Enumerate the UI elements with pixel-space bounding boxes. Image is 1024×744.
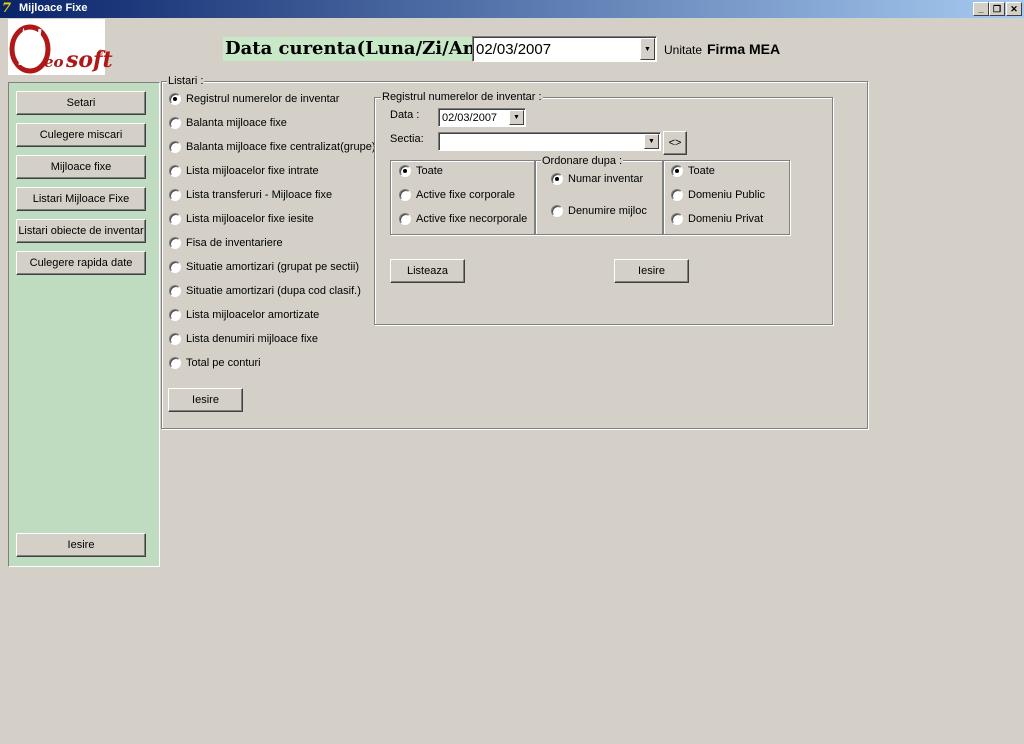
listari-option[interactable]: Balanta mijloace fixe centralizat(grupe) [169, 140, 376, 154]
radio-icon[interactable] [169, 285, 181, 297]
logo-registered-mark: ® [98, 50, 104, 57]
current-date-combo[interactable]: 02/03/2007 ▼ [472, 36, 657, 62]
data-label: Data : [390, 109, 420, 121]
radio-icon[interactable] [169, 261, 181, 273]
listari-legend: Listari : [167, 75, 205, 87]
listari-option[interactable]: Lista transferuri - Mijloace fixe [169, 188, 332, 202]
sidebar-exit-button[interactable]: Iesire [16, 533, 146, 557]
tip-option[interactable]: Active fixe corporale [399, 188, 515, 202]
tip-option[interactable]: Active fixe necorporale [399, 212, 527, 226]
radio-icon[interactable] [169, 237, 181, 249]
listari-option[interactable]: Balanta mijloace fixe [169, 116, 287, 130]
sidebar-item-mijloace-fixe[interactable]: Mijloace fixe [16, 155, 146, 179]
minimize-button[interactable]: _ [973, 2, 989, 16]
listari-option[interactable]: Lista denumiri mijloace fixe [169, 332, 318, 346]
listari-option[interactable]: Registrul numerelor de inventar [169, 92, 339, 106]
radio-checked-icon[interactable] [671, 165, 683, 177]
radio-icon[interactable] [169, 333, 181, 345]
tip-option[interactable]: Toate [399, 164, 443, 178]
ordonare-legend: Ordonare dupa : [541, 155, 624, 167]
listari-option[interactable]: Lista mijloacelor fixe iesite [169, 212, 314, 226]
chevron-down-icon[interactable]: ▼ [509, 110, 524, 125]
sectia-combo[interactable]: ▼ [438, 132, 661, 151]
chevron-down-icon[interactable]: ▼ [644, 134, 659, 149]
sidebar-item-culegere-miscari[interactable]: Culegere miscari [16, 123, 146, 147]
radio-checked-icon[interactable] [551, 173, 563, 185]
radio-icon[interactable] [169, 189, 181, 201]
sectia-browse-button[interactable]: <> [663, 131, 687, 155]
app-icon: 7 [2, 1, 12, 16]
radio-checked-icon[interactable] [169, 93, 181, 105]
sidebar-item-listari-obiecte-inventar[interactable]: Listari obiecte de inventar [16, 219, 146, 243]
radio-icon[interactable] [169, 213, 181, 225]
ordonare-option[interactable]: Denumire mijloc [551, 204, 647, 218]
title-bar [0, 0, 1024, 18]
sidebar: Setari Culegere miscari Mijloace fixe Li… [8, 82, 160, 567]
window-title: Mijloace Fixe [19, 2, 88, 14]
radio-icon[interactable] [169, 309, 181, 321]
ordonare-option[interactable]: Numar inventar [551, 172, 643, 186]
radio-icon[interactable] [671, 213, 683, 225]
domeniu-option[interactable]: Toate [671, 164, 715, 178]
radio-icon[interactable] [169, 141, 181, 153]
registru-legend: Registrul numerelor de inventar : [381, 91, 543, 103]
listari-option[interactable]: Lista mijloacelor fixe intrate [169, 164, 319, 178]
logo-soft: soft [66, 47, 113, 73]
current-date-label: Data curenta(Luna/Zi/An): [223, 37, 493, 61]
radio-checked-icon[interactable] [399, 165, 411, 177]
listari-option[interactable]: Lista mijloacelor amortizate [169, 308, 319, 322]
data-combo[interactable]: 02/03/2007 ▼ [438, 108, 526, 127]
domeniu-option[interactable]: Domeniu Public [671, 188, 765, 202]
radio-icon[interactable] [671, 189, 683, 201]
sidebar-item-setari[interactable]: Setari [16, 91, 146, 115]
domeniu-option[interactable]: Domeniu Privat [671, 212, 763, 226]
radio-icon[interactable] [169, 117, 181, 129]
chevron-down-icon[interactable]: ▼ [640, 38, 655, 60]
unit-label: Unitate [664, 43, 703, 57]
restore-button[interactable]: ❐ [989, 2, 1005, 16]
listari-option[interactable]: Fisa de inventariere [169, 236, 283, 250]
listari-option[interactable]: Total pe conturi [169, 356, 261, 370]
data-value: 02/03/2007 [442, 112, 498, 124]
radio-icon[interactable] [169, 165, 181, 177]
listari-exit-button[interactable]: Iesire [168, 388, 243, 412]
sidebar-item-culegere-rapida-date[interactable]: Culegere rapida date [16, 251, 146, 275]
listari-option[interactable]: Situatie amortizari (grupat pe sectii) [169, 260, 359, 274]
current-date-value: 02/03/2007 [476, 41, 552, 58]
radio-icon[interactable] [399, 189, 411, 201]
radio-icon[interactable] [169, 357, 181, 369]
logo: eo soft ® [8, 19, 113, 75]
close-button[interactable]: ✕ [1006, 2, 1022, 16]
listeaza-button[interactable]: Listeaza [390, 259, 465, 283]
registru-exit-button[interactable]: Iesire [614, 259, 689, 283]
logo-eo: eo [44, 53, 64, 71]
radio-icon[interactable] [399, 213, 411, 225]
sidebar-item-listari-mijloace-fixe[interactable]: Listari Mijloace Fixe [16, 187, 146, 211]
listari-option[interactable]: Situatie amortizari (dupa cod clasif.) [169, 284, 361, 298]
sectia-label: Sectia: [390, 133, 424, 145]
unit-value: Firma MEA [707, 41, 781, 57]
radio-icon[interactable] [551, 205, 563, 217]
